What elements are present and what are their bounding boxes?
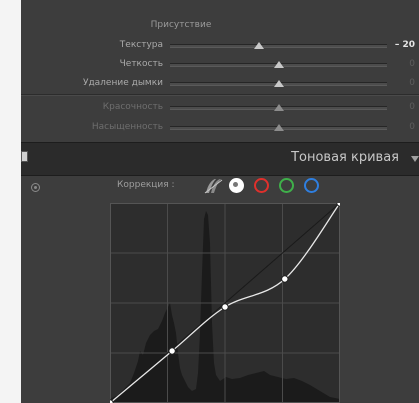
presence-divider [21,94,419,96]
correction-label: Коррекция : [117,180,175,190]
saturation-value[interactable]: 0 [409,120,415,134]
point-curve-white-channel[interactable] [229,178,244,193]
green-channel-button[interactable] [279,178,294,193]
vibrance-label: Красочность [102,102,163,112]
clarity-slider-row: Четкость 0 [21,57,419,71]
vibrance-slider-thumb[interactable] [273,104,284,111]
texture-slider-row: Текстура – 20 [21,38,419,52]
parametric-curve-icon[interactable] [203,178,223,194]
dehaze-label: Удаление дымки [82,78,163,88]
vibrance-slider-row: Красочность 0 [21,100,419,114]
tone-curve-header[interactable]: Тоновая кривая [21,142,419,176]
vibrance-value[interactable]: 0 [409,100,415,114]
red-channel-button[interactable] [254,178,269,193]
texture-label: Текстура [119,40,163,50]
saturation-slider-thumb[interactable] [273,124,284,131]
collapse-triangle-icon[interactable] [411,156,419,162]
panel-toggle-switch[interactable] [21,151,28,162]
point-curve-dot-icon [233,182,238,187]
clarity-label: Четкость [119,59,163,69]
clarity-slider-thumb[interactable] [273,61,284,68]
blue-channel-button[interactable] [304,178,319,193]
target-adjustment-icon[interactable] [31,183,40,192]
texture-slider-thumb[interactable] [253,42,264,49]
dehaze-value[interactable]: 0 [409,76,415,90]
tone-curve-graph[interactable] [106,199,344,403]
clarity-slider[interactable] [170,61,387,68]
texture-slider[interactable] [170,42,387,49]
vibrance-slider[interactable] [170,104,387,111]
texture-value[interactable]: – 20 [395,38,415,52]
dehaze-slider[interactable] [170,80,387,87]
curve-control-point[interactable] [281,275,289,283]
curve-control-point[interactable] [221,303,229,311]
dehaze-slider-row: Удаление дымки 0 [21,76,419,90]
presence-section-title: Присутствие [150,20,212,30]
saturation-slider-row: Насыщенность 0 [21,120,419,134]
saturation-slider[interactable] [170,124,387,131]
saturation-label: Насыщенность [91,122,163,132]
develop-panel: Присутствие Текстура – 20 Четкость 0 Уда… [21,0,419,403]
clarity-value[interactable]: 0 [409,57,415,71]
dehaze-slider-thumb[interactable] [273,80,284,87]
curve-control-point[interactable] [168,347,176,355]
tone-curve-title[interactable]: Тоновая кривая [291,150,399,165]
